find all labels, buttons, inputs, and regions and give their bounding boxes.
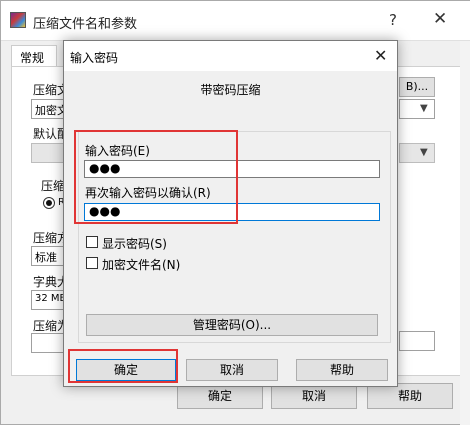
manage-passwords-button[interactable]: 管理密码(O)...	[86, 314, 378, 336]
dialog-heading: 带密码压缩	[200, 83, 261, 97]
rar-format-radio[interactable]	[43, 197, 55, 209]
show-password-checkbox[interactable]	[86, 236, 98, 248]
show-password-label: 显示密码(S)	[102, 237, 167, 251]
close-icon[interactable]: ✕	[433, 9, 447, 29]
chevron-down-icon: ▼	[420, 103, 428, 114]
split-volumes-combo-arrow[interactable]	[399, 331, 435, 351]
dialog-close-icon[interactable]: ✕	[374, 46, 387, 65]
chevron-down-icon: ▼	[420, 147, 428, 158]
password-fields-highlight	[74, 130, 238, 224]
help-icon[interactable]: ?	[389, 11, 397, 29]
archive-name-combo-arrow[interactable]: ▼	[399, 99, 435, 119]
tab-general[interactable]: 常规	[11, 45, 57, 67]
background-title-bar: 压缩文件名和参数 ? ✕	[1, 1, 470, 41]
browse-button[interactable]: B)...	[399, 77, 435, 97]
dialog-help-button[interactable]: 帮助	[296, 359, 388, 381]
ok-button-highlight	[68, 349, 178, 383]
dialog-title-bar: 输入密码 ✕	[64, 41, 397, 71]
dialog-cancel-button[interactable]: 取消	[186, 359, 278, 381]
encrypt-filenames-label: 加密文件名(N)	[102, 258, 181, 272]
background-window-title: 压缩文件名和参数	[33, 17, 138, 32]
winrar-app-icon	[10, 12, 26, 28]
profile-combo-arrow[interactable]: ▼	[399, 143, 435, 163]
encrypt-filenames-checkbox[interactable]	[86, 257, 98, 269]
background-scrollbar[interactable]	[460, 41, 470, 425]
dialog-title: 输入密码	[70, 51, 119, 65]
